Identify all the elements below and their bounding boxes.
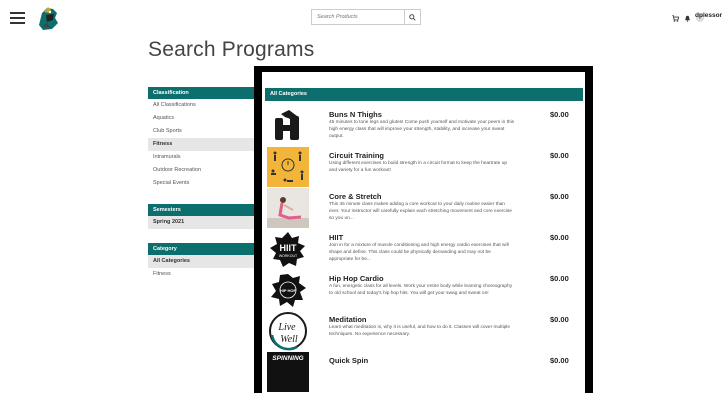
semesters-filter: Semesters Spring 2021 [148,204,258,229]
program-description: A fun, energetic class for all levels. W… [329,284,513,296]
hamburger-menu-icon[interactable] [10,12,25,24]
program-name-link[interactable]: Quick Spin [329,356,368,365]
program-description: Using different exercises to build stren… [329,161,508,173]
semesters-header: Semesters [148,204,258,216]
sidebar-item-classification[interactable]: Special Events [148,177,258,190]
program-description: Join in for a mixture of muscle conditio… [329,243,509,262]
search-input[interactable] [311,9,405,25]
program-description: Learn what meditation is, why it is usef… [329,325,511,337]
search-icon [409,13,416,21]
classification-header: Classification [148,87,258,99]
classification-filter: Classification All Classifications Aquati… [148,87,258,190]
program-thumbnail[interactable] [267,106,309,146]
program-name-link[interactable]: Circuit Training [329,151,384,160]
program-name-link[interactable]: Meditation [329,315,367,324]
username[interactable]: dplessor [695,12,722,19]
svg-text:SPINNING: SPINNING [272,355,303,362]
sidebar-item-classification[interactable]: Club Sports [148,125,258,138]
program-name-link[interactable]: Hip Hop Cardio [329,274,384,283]
program-list: Buns N Thighs 45 minutes to tone legs and… [265,106,583,393]
filter-sidebar: Classification All Classifications Aquati… [148,87,258,295]
sidebar-item-classification[interactable]: Outdoor Recreation [148,164,258,177]
page-title: Search Programs [148,38,315,61]
program-list-item[interactable]: HIIT WORKOUT HIIT Join in for a mixture o… [265,229,583,270]
category-title: All Categories [265,88,583,101]
sidebar-item-classification[interactable]: Fitness [148,138,258,151]
program-price: $0.00 [550,233,569,242]
program-name-link[interactable]: HIIT [329,233,343,242]
svg-text:HIIT: HIIT [280,243,298,253]
stretch-photo-icon [267,188,309,228]
program-price: $0.00 [550,315,569,324]
sidebar-item-classification[interactable]: Aquatics [148,112,258,125]
program-price: $0.00 [550,356,569,365]
sidebar-item-classification[interactable]: All Classifications [148,99,258,112]
program-list-item[interactable]: HIP HOP Hip Hop Cardio A fun, energetic c… [265,270,583,311]
program-thumbnail[interactable]: Live Well [267,311,309,351]
program-thumbnail[interactable] [267,188,309,228]
svg-text:Live: Live [277,322,296,333]
circuit-illustration-icon [267,147,309,187]
program-list-item[interactable]: Core & Stretch This 45 minute class makes… [265,188,583,229]
sidebar-item-category[interactable]: All Categories [148,255,258,268]
program-description: This 45 minute class makes adding a core… [329,202,512,221]
program-thumbnail[interactable]: SPINNING [267,352,309,392]
svg-text:WORKOUT: WORKOUT [279,254,298,258]
sidebar-item-semester[interactable]: Spring 2021 [148,216,258,229]
live-well-logo-icon: Live Well [267,311,309,351]
top-bar: dplessor [0,0,727,36]
program-price: $0.00 [550,192,569,201]
program-description: 45 minutes to tone legs and glutes! Come… [329,120,515,139]
program-name-link[interactable]: Core & Stretch [329,192,382,201]
program-price: $0.00 [550,110,569,119]
program-thumbnail[interactable]: HIIT WORKOUT [267,229,309,269]
programs-panel: All Categories Buns N Thighs 45 minutes t… [254,66,593,393]
program-list-item[interactable]: Circuit Training Using different exercise… [265,147,583,188]
program-list-item[interactable]: SPINNING Quick Spin $0.00 [265,352,583,393]
dumbbells-icon [267,106,309,146]
program-name-link[interactable]: Buns N Thighs [329,110,382,119]
svg-text:Well: Well [280,334,298,345]
chanticleer-logo-icon[interactable] [33,3,63,33]
bell-icon[interactable] [684,15,691,22]
svg-text:HIP HOP: HIP HOP [280,288,297,293]
sidebar-item-category[interactable]: Fitness [148,268,258,281]
program-price: $0.00 [550,151,569,160]
category-header: Category [148,243,258,255]
cart-icon[interactable] [672,14,679,22]
program-thumbnail[interactable]: HIP HOP [267,270,309,310]
product-search [311,9,421,25]
category-filter: Category All Categories Fitness [148,243,258,281]
hiit-logo-icon: HIIT WORKOUT [267,229,309,269]
hip-hop-logo-icon: HIP HOP [267,270,309,310]
spinning-logo-icon: SPINNING [267,352,309,392]
program-list-item[interactable]: Buns N Thighs 45 minutes to tone legs and… [265,106,583,147]
program-thumbnail[interactable] [267,147,309,187]
program-list-item[interactable]: Live Well Meditation Learn what meditatio… [265,311,583,352]
search-button[interactable] [404,9,421,25]
sidebar-item-classification[interactable]: Intramurals [148,151,258,164]
program-price: $0.00 [550,274,569,283]
